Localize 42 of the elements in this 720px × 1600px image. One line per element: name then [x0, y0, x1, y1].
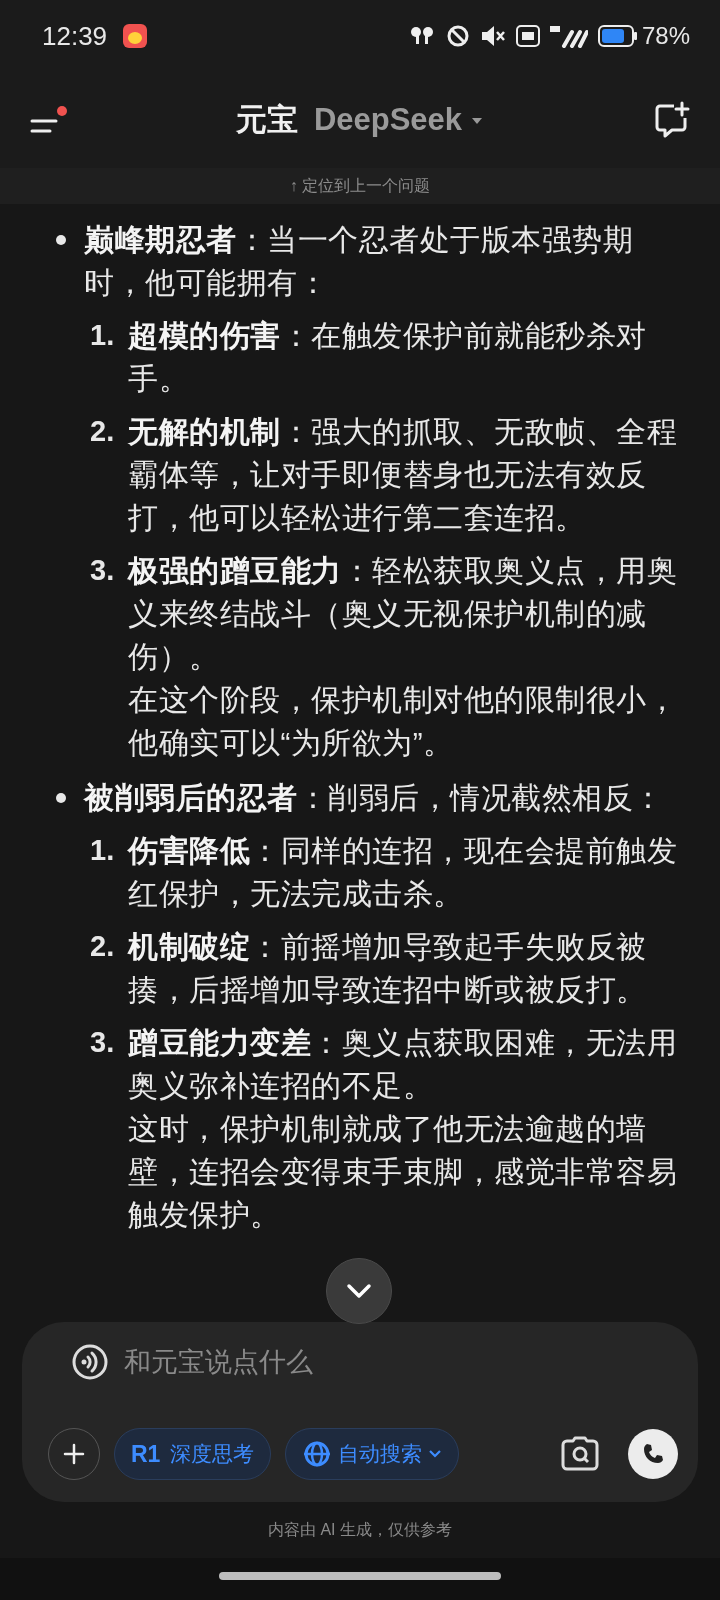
message-input[interactable]: 和元宝说点什么 [122, 1345, 678, 1379]
auto-search-toggle[interactable]: 自动搜索 [285, 1428, 460, 1480]
summary-text: 在这个阶段，保护机制对他的限制很小，他确实可以“为所欲为”。 [128, 682, 678, 761]
list-number: 2. [90, 414, 116, 449]
list-number: 1. [90, 833, 116, 868]
deep-think-toggle[interactable]: R1 深度思考 [114, 1428, 272, 1480]
list-item-text: 超模的伤害：在触发保护前就能秒杀对手。 [128, 318, 648, 397]
mute-icon [479, 24, 506, 48]
caret-icon [428, 1449, 443, 1459]
voice-icon[interactable] [72, 1344, 108, 1380]
do-not-disturb-icon [445, 24, 470, 48]
hd-icon [515, 25, 540, 47]
bullet-text: 巅峰期忍者：当一个忍者处于版本强势期时，他可能拥有： [84, 222, 634, 301]
battery-icon [597, 25, 638, 47]
bullet-dot [56, 235, 66, 245]
list-item-text: 蹭豆能力变差：奥义点获取困难，无法用奥义弥补连招的不足。 [128, 1025, 678, 1104]
list-item-text: 伤害降低：同样的连招，现在会提前触发红保护，无法完成击杀。 [128, 833, 678, 912]
battery-percentage: 78% [641, 22, 690, 50]
chevron-down-icon [346, 1283, 372, 1299]
list-item-text: 机制破绽：前摇增加导致起手失败反被揍，后摇增加导致连招中断或被反打。 [128, 929, 648, 1008]
bullet-dot [56, 793, 66, 803]
app-notification-icon [123, 24, 148, 48]
plus-icon [63, 1443, 85, 1465]
call-button[interactable] [628, 1429, 678, 1479]
model-selector[interactable]: DeepSeek [313, 102, 485, 138]
status-time: 12:39 [42, 20, 108, 52]
globe-icon [302, 1439, 333, 1469]
dropdown-caret-icon [470, 115, 485, 125]
list-item-text: 无解的机制：强大的抓取、无敌帧、全程霸体等，让对手即便替身也无法有效反打，他可以轻松进行第二套连招。 [128, 414, 678, 536]
list-number: 1. [90, 318, 116, 353]
ai-disclaimer: 内容由 AI 生成，仅供参考 [267, 1520, 453, 1540]
list-number: 3. [90, 1025, 116, 1060]
camera-icon[interactable] [560, 1436, 600, 1472]
phone-icon [641, 1442, 665, 1466]
list-item-text: 极强的蹭豆能力：轻松获取奥义点，用奥义来终结战斗（奥义无视保护机制的减伤）。 [128, 553, 678, 675]
signal-icon [549, 24, 588, 48]
app-title: 元宝 [235, 101, 298, 139]
list-number: 2. [90, 929, 116, 964]
bullet-text: 被削弱后的忍者：削弱后，情况截然相反： [84, 780, 665, 816]
list-number: 3. [90, 553, 116, 588]
summary-text: 这时，保护机制就成了他无法逾越的墙壁，连招会变得束手束脚，感觉非常容易触发保护。 [128, 1111, 678, 1233]
jump-to-previous-question[interactable]: ↑ 定位到上一个问题 [0, 168, 720, 204]
